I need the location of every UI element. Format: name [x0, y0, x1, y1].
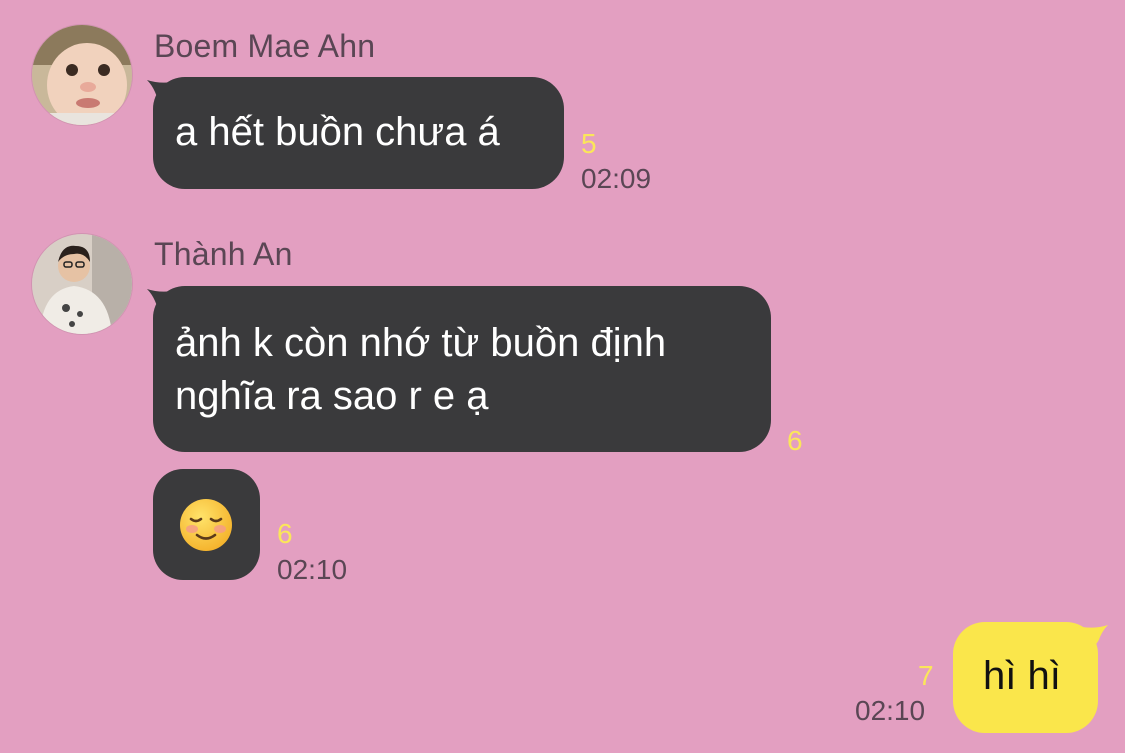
message-bubble[interactable]: ảnh k còn nhớ từ buồn định nghĩa ra sao … [153, 286, 771, 452]
sender-name: Boem Mae Ahn [154, 28, 376, 64]
unread-count: 5 [581, 128, 597, 159]
emoji-message-bubble[interactable]: ☺️ [153, 469, 260, 580]
smiling-face-emoji-icon [180, 499, 232, 551]
bubble-tail [1082, 625, 1108, 651]
person-photo-icon [32, 234, 132, 334]
unread-count: 6 [277, 518, 293, 549]
sender-name: Thành An [154, 236, 293, 272]
message-time: 02:10 [855, 695, 926, 726]
unread-count: 6 [787, 425, 803, 456]
avatar-boem-mae-ahn[interactable] [31, 24, 133, 126]
message-text: hì hì [983, 654, 1061, 698]
baby-face-photo-icon [32, 25, 132, 125]
message-text-line-1: ảnh k còn nhớ từ buồn định [175, 321, 667, 365]
message-time: 02:09 [581, 163, 652, 194]
message-text: a hết buồn chưa á [175, 110, 500, 154]
my-message-bubble[interactable]: hì hì [953, 622, 1098, 733]
message-text-line-2: nghĩa ra sao r e ạ [175, 374, 489, 418]
unread-count: 7 [918, 660, 934, 691]
avatar-thanh-an[interactable] [31, 233, 133, 335]
message-time: 02:10 [277, 554, 348, 585]
message-bubble[interactable]: a hết buồn chưa á [153, 77, 564, 189]
